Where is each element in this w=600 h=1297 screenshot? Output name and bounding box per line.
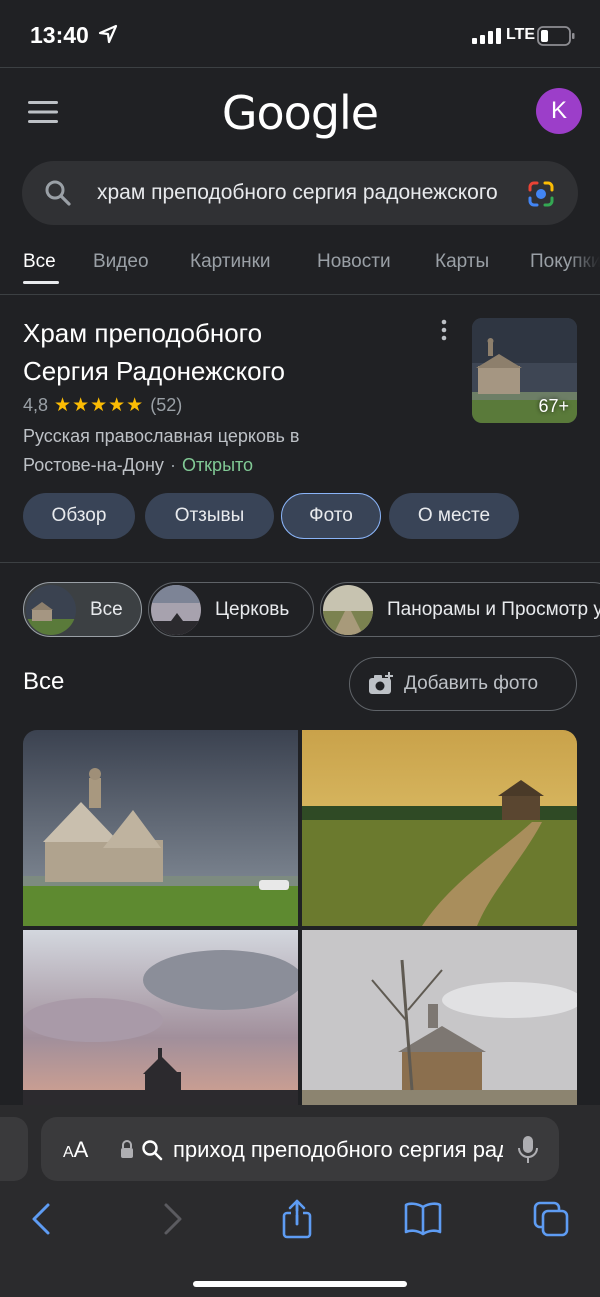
search-tabs: Все Видео Картинки Новости Карты Покупки xyxy=(0,231,600,295)
chip-panoramas-label: Панорамы и Просмотр улиц xyxy=(387,598,600,620)
forward-chevron-icon[interactable] xyxy=(152,1199,192,1239)
chip-panoramas-image xyxy=(323,584,373,635)
photo-church-storm-image xyxy=(23,730,298,926)
lock-icon xyxy=(121,1140,133,1158)
chip-all-label: Все xyxy=(90,598,123,620)
tab-video[interactable]: Видео xyxy=(93,251,149,273)
rating-stars-icon: ★★★★★ xyxy=(54,395,145,416)
rating-row[interactable]: 4,8 ★★★★★ (52) xyxy=(23,394,182,417)
more-vert-icon[interactable] xyxy=(437,318,451,342)
address-bar[interactable]: AA приход преподобного сергия радонежско… xyxy=(41,1117,559,1181)
search-input[interactable]: храм преподобного сергия радонежского xyxy=(97,181,517,205)
place-photo-thumbnail[interactable]: 67+ xyxy=(472,318,577,423)
photo-church-road-image xyxy=(302,730,577,926)
photo-1[interactable] xyxy=(23,730,298,926)
tabs-fade xyxy=(568,231,600,285)
place-title-line1: Храм преподобного xyxy=(23,318,263,348)
tab-all[interactable]: Все xyxy=(23,251,56,273)
photo-church-sunset-image xyxy=(23,930,298,1110)
aa-big: A xyxy=(73,1137,89,1162)
search-icon xyxy=(142,1140,163,1161)
chip-church-label: Церковь xyxy=(215,598,290,620)
place-description: Русская православная церковь в Ростове-н… xyxy=(23,422,443,480)
home-indicator[interactable] xyxy=(193,1281,407,1287)
add-photo-button[interactable]: Добавить фото xyxy=(349,657,577,711)
overview-button[interactable]: Обзор xyxy=(23,493,135,539)
add-photo-label: Добавить фото xyxy=(404,673,539,694)
location-arrow-icon xyxy=(98,24,118,44)
separator-dot: · xyxy=(169,455,176,475)
about-button[interactable]: О месте xyxy=(389,493,519,539)
photos-button[interactable]: Фото xyxy=(281,493,381,539)
bookmarks-book-icon[interactable] xyxy=(403,1199,443,1239)
battery-icon xyxy=(537,26,575,46)
open-status: Открыто xyxy=(181,455,254,475)
address-text[interactable]: приход преподобного сергия радонежского xyxy=(173,1137,503,1163)
back-chevron-icon[interactable] xyxy=(22,1199,62,1239)
chip-all-image xyxy=(26,584,76,635)
photo-count: 67+ xyxy=(538,396,569,416)
google-logo[interactable]: Google xyxy=(0,86,600,140)
photos-section-title: Все xyxy=(23,668,65,695)
search-box[interactable]: храм преподобного сергия радонежского xyxy=(22,161,578,225)
microphone-icon[interactable] xyxy=(517,1135,539,1165)
rating-value: 4,8 xyxy=(23,395,49,415)
photo-4[interactable] xyxy=(302,930,577,1110)
status-bar: 13:40 LTE xyxy=(0,0,600,68)
reader-settings-button[interactable]: AA xyxy=(63,1137,88,1163)
tab-news[interactable]: Новости xyxy=(317,251,391,273)
chip-church-image xyxy=(151,584,201,635)
account-avatar[interactable]: K xyxy=(536,88,582,134)
divider xyxy=(0,562,600,563)
review-count: (52) xyxy=(150,395,183,415)
aa-small: A xyxy=(63,1144,74,1161)
share-icon[interactable] xyxy=(277,1199,317,1239)
place-type: Русская православная церковь в xyxy=(23,426,300,446)
chip-church[interactable]: Церковь xyxy=(148,582,314,637)
chip-panoramas[interactable]: Панорамы и Просмотр улиц xyxy=(320,582,600,637)
network-type: LTE xyxy=(506,26,536,43)
place-city: Ростове-на-Дону xyxy=(23,455,164,475)
place-title[interactable]: Храм преподобного Сергия Радонежского xyxy=(23,314,423,390)
photo-grid xyxy=(23,730,577,1110)
tab-maps[interactable]: Карты xyxy=(435,251,489,273)
photo-2[interactable] xyxy=(302,730,577,926)
search-icon[interactable] xyxy=(44,179,72,207)
tabs-overview-icon[interactable] xyxy=(531,1199,571,1239)
status-time: 13:40 xyxy=(30,22,89,48)
previous-tab-preview[interactable] xyxy=(0,1117,28,1181)
google-lens-icon[interactable] xyxy=(526,179,556,209)
add-photo-icon xyxy=(369,672,393,694)
chip-all[interactable]: Все xyxy=(23,582,142,637)
photo-church-tree-image xyxy=(302,930,577,1110)
active-tab-indicator xyxy=(23,281,59,284)
tab-images[interactable]: Картинки xyxy=(190,251,271,273)
browser-toolbar: AA приход преподобного сергия радонежско… xyxy=(0,1105,600,1297)
place-title-line2: Сергия Радонежского xyxy=(23,356,285,386)
cell-signal-icon xyxy=(472,28,501,44)
photo-3[interactable] xyxy=(23,930,298,1110)
reviews-button[interactable]: Отзывы xyxy=(145,493,274,539)
